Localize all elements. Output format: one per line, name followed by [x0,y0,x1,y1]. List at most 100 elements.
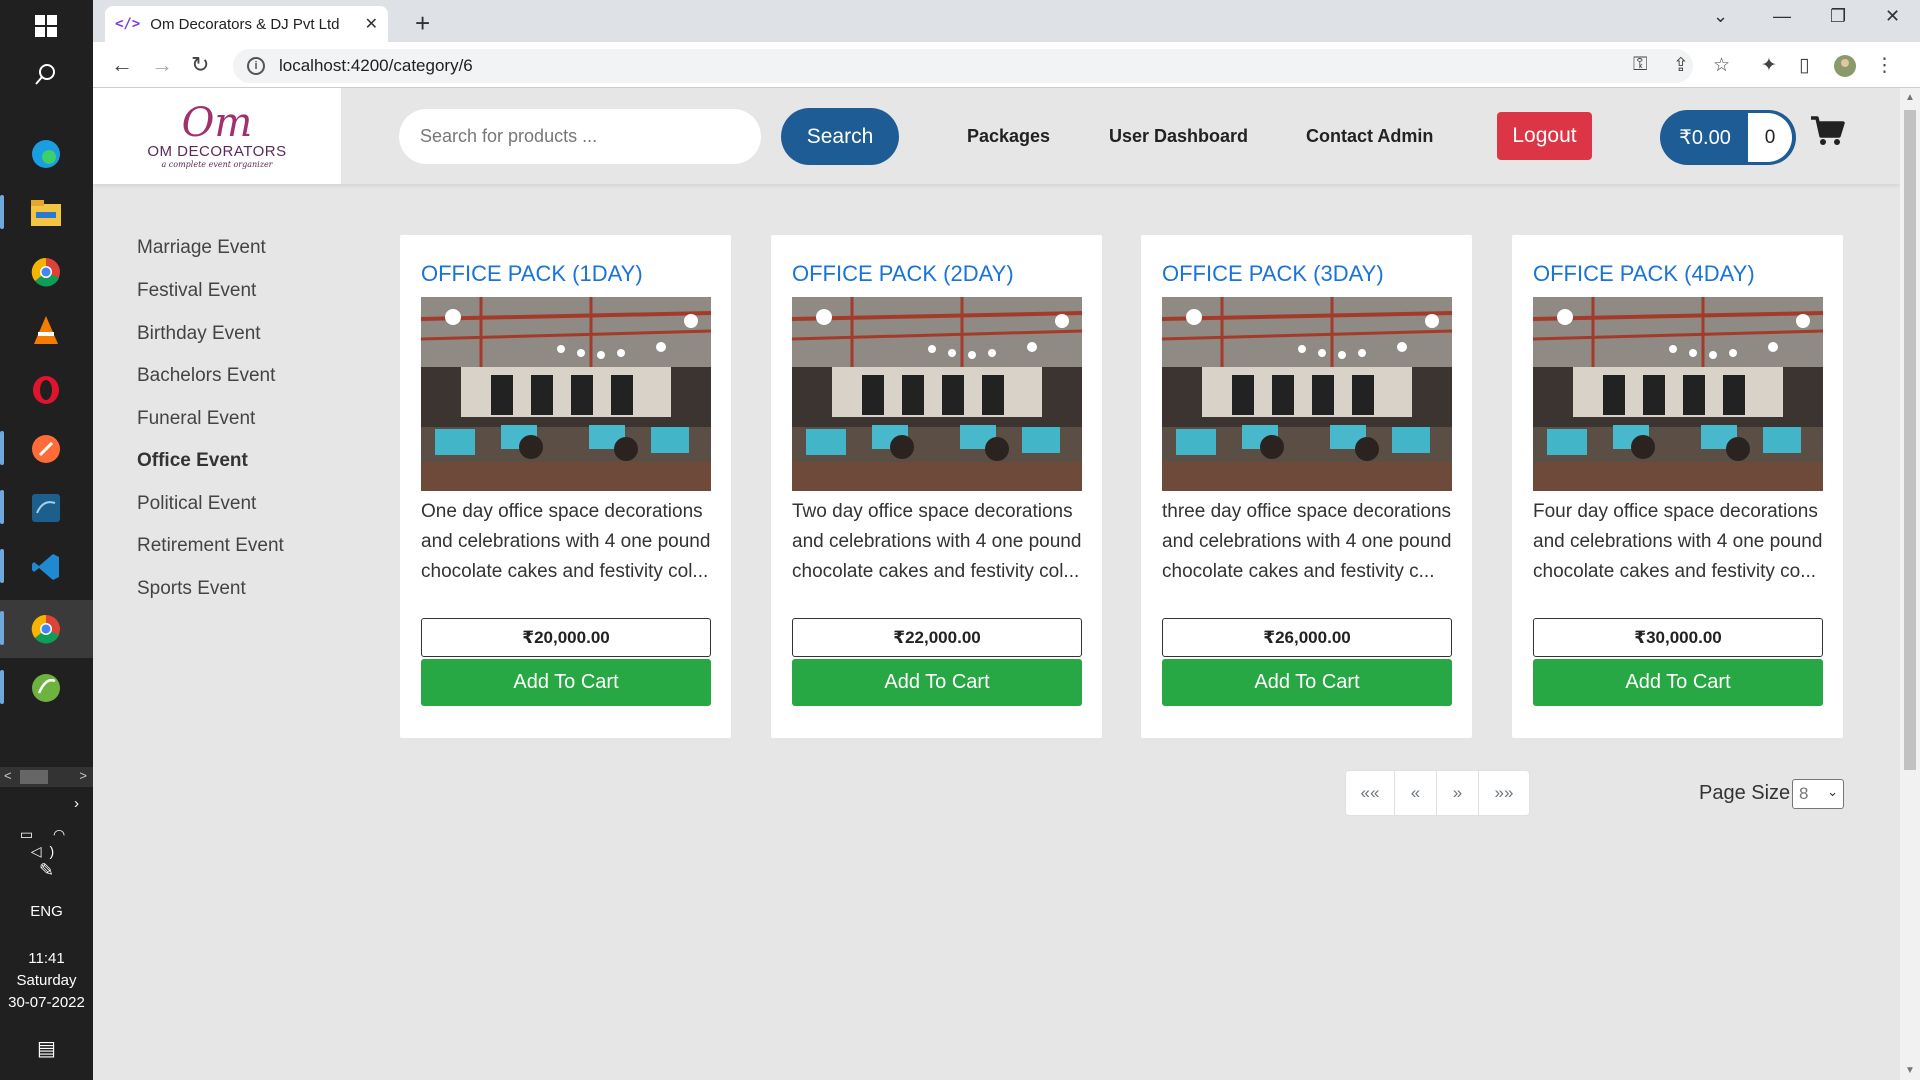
favicon-code-icon: </> [115,16,141,32]
product-description: One day office space decorations and cel… [421,501,711,582]
taskbar-scrollbar[interactable]: < > [0,767,93,787]
url-text: localhost:4200/category/6 [279,56,473,75]
product-card: OFFICE PACK (2DAY) Two day office space … [771,235,1102,738]
bookmark-star-icon[interactable]: ☆ [1713,54,1730,77]
postman-icon[interactable] [28,431,64,467]
product-card: OFFICE PACK (4DAY) Four day office space… [1512,235,1843,738]
page-scrollbar[interactable]: ▲ ▼ [1900,88,1920,1080]
search-input[interactable]: Search for products ... [399,109,761,164]
product-title[interactable]: OFFICE PACK (1DAY) [421,261,643,287]
password-key-icon[interactable]: ⚿ [1633,54,1647,76]
window-close-icon[interactable]: ✕ [1885,6,1900,27]
nav-contact-admin[interactable]: Contact Admin [1306,126,1433,147]
browser-menu-icon[interactable]: ⋮ [1875,54,1894,77]
extensions-puzzle-icon[interactable]: ✦ [1761,54,1777,77]
category-political-event[interactable]: Political Event [137,493,256,515]
edge-browser-icon[interactable] [28,136,64,172]
tab-close-icon[interactable]: ✕ [365,14,378,34]
first-page-button[interactable]: «« [1346,771,1395,815]
mysql-workbench-icon[interactable] [28,490,64,526]
opera-icon[interactable] [28,372,64,408]
system-tray-icons[interactable]: ▭ ◠ ◁) [0,826,93,860]
cart-summary[interactable]: ₹0.00 0 [1660,110,1796,165]
category-office-event[interactable]: Office Event [137,450,248,472]
category-marriage-event[interactable]: Marriage Event [137,237,266,259]
office-product-image[interactable] [1533,297,1823,491]
scroll-up-icon[interactable]: ▲ [1905,92,1915,103]
office-product-image[interactable] [792,297,1082,491]
chrome-icon[interactable] [28,254,64,290]
pagination: «« « » »» [1345,770,1530,816]
category-sports-event[interactable]: Sports Event [137,578,246,600]
add-to-cart-button[interactable]: Add To Cart [792,659,1082,706]
language-indicator[interactable]: ENG [0,903,93,920]
add-to-cart-button[interactable]: Add To Cart [421,659,711,706]
product-price: ₹22,000.00 [792,618,1082,657]
office-product-image[interactable] [1162,297,1452,491]
next-page-button[interactable]: » [1437,771,1479,815]
product-title[interactable]: OFFICE PACK (4DAY) [1533,261,1755,287]
site-logo[interactable]: Om OM DECORATORS a complete event organi… [93,88,341,184]
product-title[interactable]: OFFICE PACK (2DAY) [792,261,1014,287]
tab-search-chevron-icon[interactable]: ⌄ [1713,6,1728,27]
scrollbar-thumb[interactable] [1904,110,1916,770]
category-retirement-event[interactable]: Retirement Event [137,535,284,557]
profile-avatar[interactable] [1833,54,1857,84]
forward-arrow-icon[interactable]: → [151,52,173,78]
nav-user-dashboard[interactable]: User Dashboard [1109,126,1248,147]
office-product-image[interactable] [421,297,711,491]
search-button[interactable]: Search [781,108,899,165]
product-description: Four day office space decorations and ce… [1533,501,1823,582]
product-description: Two day office space decorations and cel… [792,501,1082,582]
category-bachelors-event[interactable]: Bachelors Event [137,365,275,387]
page-size-label: Page Size [1699,782,1791,804]
share-icon[interactable]: ⇪ [1673,54,1689,77]
clock-time[interactable]: 11:41 [0,950,93,967]
site-info-icon[interactable]: i [247,57,265,75]
product-title[interactable]: OFFICE PACK (3DAY) [1162,261,1384,287]
category-birthday-event[interactable]: Birthday Event [137,323,261,345]
notification-icon[interactable]: ▤ [0,1036,93,1061]
cart-amount: ₹0.00 [1679,127,1731,149]
clock-day[interactable]: Saturday [0,972,93,989]
logout-button[interactable]: Logout [1497,112,1592,160]
browser-tab[interactable]: </> Om Decorators & DJ Pvt Ltd ✕ [105,6,388,42]
search-icon[interactable] [28,56,64,92]
add-to-cart-button[interactable]: Add To Cart [1162,659,1452,706]
vlc-icon[interactable] [28,313,64,349]
chrome-active-icon[interactable] [28,611,64,647]
pen-icon[interactable]: ✎ [0,860,93,881]
scroll-down-icon[interactable]: ▼ [1905,1065,1915,1076]
tab-strip: </> Om Decorators & DJ Pvt Ltd ✕ + ⌄ — ❐… [93,0,1920,42]
shopping-cart-icon[interactable] [1811,116,1845,151]
last-page-button[interactable]: »» [1479,771,1529,815]
nav-packages[interactable]: Packages [967,126,1050,147]
file-explorer-icon[interactable] [28,195,64,231]
windows-taskbar: < > › ▭ ◠ ◁) ✎ ENG 11:41 Saturday 30-07-… [0,0,93,1080]
windows-start-icon[interactable] [28,8,64,44]
minimize-icon[interactable]: — [1773,6,1791,27]
browser-toolbar: ← → ↻ i localhost:4200/category/6 ⚿ ⇪ ☆ … [93,42,1920,88]
back-arrow-icon[interactable]: ← [111,52,133,78]
cart-count: 0 [1748,113,1792,162]
product-price: ₹26,000.00 [1162,618,1452,657]
previous-page-button[interactable]: « [1395,771,1437,815]
reload-icon[interactable]: ↻ [191,52,209,78]
product-price: ₹30,000.00 [1533,618,1823,657]
address-bar[interactable]: i localhost:4200/category/6 [233,49,1693,83]
web-page: Om OM DECORATORS a complete event organi… [93,88,1900,1080]
spring-tool-icon[interactable] [28,670,64,706]
page-size-select[interactable]: 8 ⌄ [1792,779,1844,809]
logo-name: OM DECORATORS [147,143,287,160]
tab-title: Om Decorators & DJ Pvt Ltd [150,15,340,33]
clock-date[interactable]: 30-07-2022 [0,994,93,1011]
category-festival-event[interactable]: Festival Event [137,280,256,302]
category-funeral-event[interactable]: Funeral Event [137,408,255,430]
show-hidden-icons-chevron-icon[interactable]: › [0,795,93,812]
product-card: OFFICE PACK (3DAY) three day office spac… [1141,235,1472,738]
add-to-cart-button[interactable]: Add To Cart [1533,659,1823,706]
vscode-icon[interactable] [28,549,64,585]
restore-icon[interactable]: ❐ [1830,6,1846,27]
new-tab-icon[interactable]: + [415,8,430,39]
side-panel-icon[interactable]: ▯ [1799,54,1809,77]
